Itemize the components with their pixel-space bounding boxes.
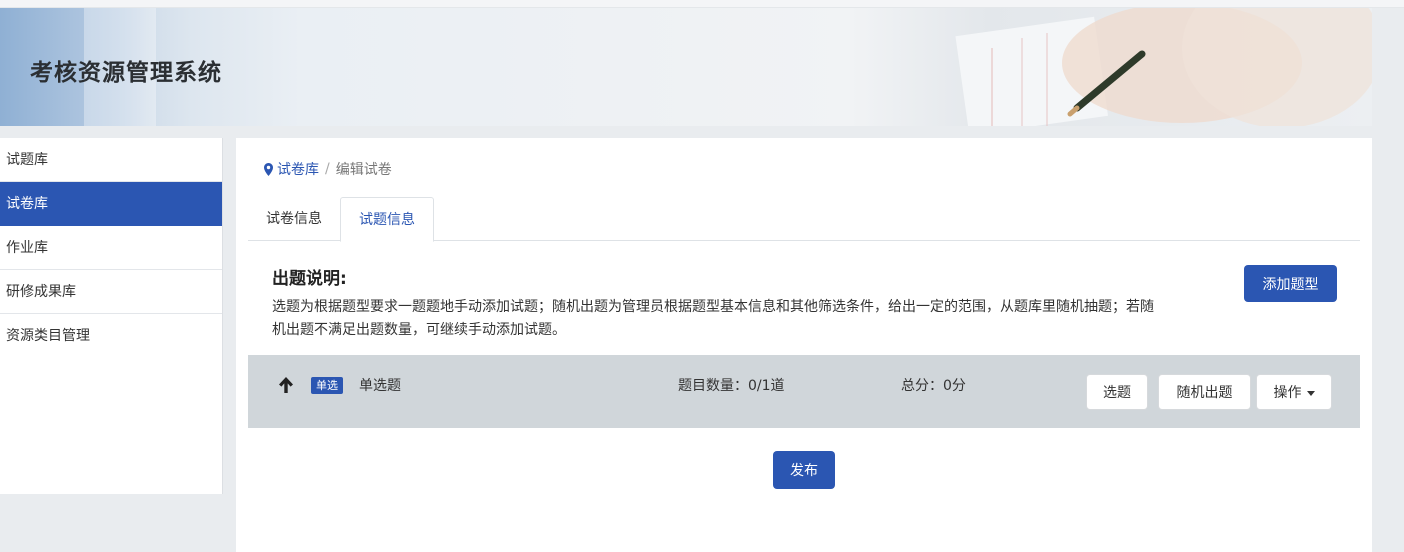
right-gutter [1372,8,1404,552]
random-questions-button[interactable]: 随机出题 [1158,374,1251,410]
instructions-text: 选题为根据题型要求一题题地手动添加试题；随机出题为管理员根据题型基本信息和其他筛… [272,299,1154,338]
total-score: 总分：0分 [901,378,966,394]
question-type-name: 单选题 [359,378,401,394]
question-type-row: 单选 单选题 题目数量：0/1道 总分：0分 选题 随机出题 操作 [248,355,1360,428]
sidebar-item-research-results[interactable]: 研修成果库 [0,270,222,314]
tab-bar: 试卷信息 试题信息 [248,197,1360,242]
breadcrumb-link[interactable]: 试卷库 [264,159,319,179]
instructions-title: 出题说明: [272,269,347,289]
caret-down-icon [1306,390,1315,396]
map-marker-icon [264,162,273,176]
breadcrumb-link-label: 试卷库 [277,162,319,178]
breadcrumb-current: 编辑试卷 [335,162,392,178]
publish-button[interactable]: 发布 [773,451,835,489]
tab-paper-info[interactable]: 试卷信息 [248,197,340,241]
question-type-badge: 单选 [311,377,343,394]
add-question-type-button[interactable]: 添加题型 [1244,265,1337,302]
operations-label: 操作 [1273,385,1302,401]
sidebar-item-category-management[interactable]: 资源类目管理 [0,314,222,358]
main-panel: 试卷库 / 编辑试卷 试卷信息 试题信息 出题说明: 选题为根据题型要求一题题地… [236,138,1372,552]
sidebar-item-homework-bank[interactable]: 作业库 [0,226,222,270]
banner-illustration [955,8,1372,126]
arrow-up-icon[interactable] [278,376,294,394]
breadcrumb: 试卷库 / 编辑试卷 [264,159,392,179]
top-strip [0,0,1404,8]
sidebar: 试题库 试卷库 作业库 研修成果库 资源类目管理 [0,138,223,494]
question-count: 题目数量：0/1道 [678,378,785,394]
sidebar-item-paper-bank[interactable]: 试卷库 [0,182,222,226]
sidebar-item-question-bank[interactable]: 试题库 [0,138,222,182]
operations-dropdown-button[interactable]: 操作 [1256,374,1332,410]
select-questions-button[interactable]: 选题 [1086,374,1148,410]
app-title: 考核资源管理系统 [30,60,222,86]
header-banner: 考核资源管理系统 [0,8,1372,126]
breadcrumb-separator: / [325,161,330,177]
tab-question-info[interactable]: 试题信息 [340,197,434,242]
